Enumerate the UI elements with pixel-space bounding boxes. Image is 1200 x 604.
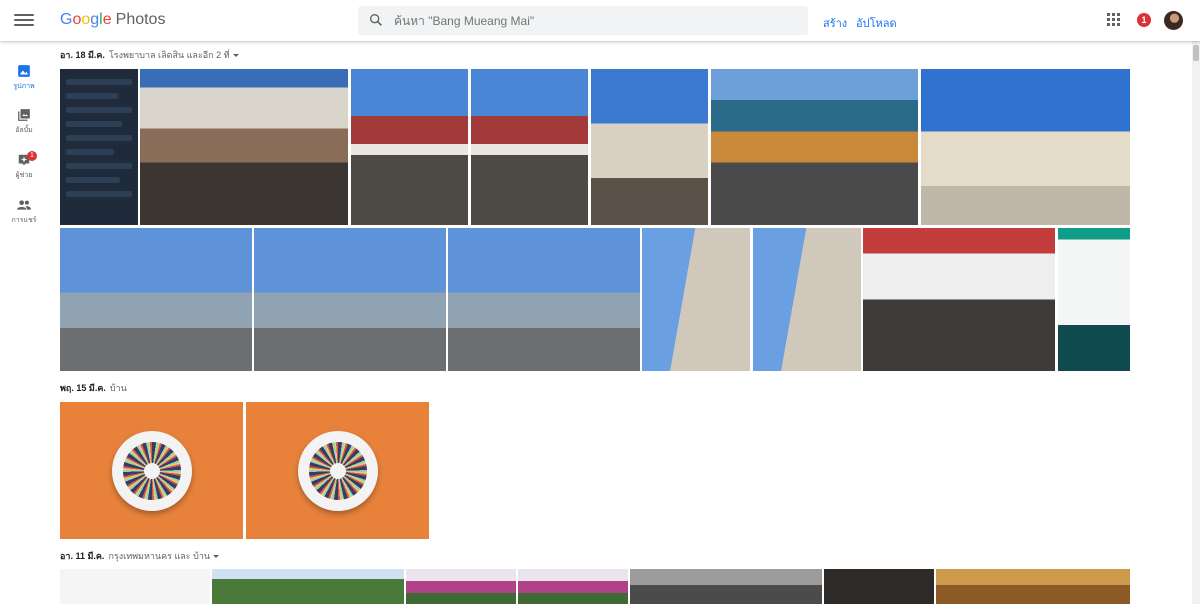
day-header[interactable]: อา. 18 มี.ค. โรงพยาบาล เลิดสิน และอีก 2 ท… bbox=[60, 48, 239, 62]
scrollbar-thumb[interactable] bbox=[1193, 45, 1199, 61]
search-bar[interactable] bbox=[358, 6, 808, 35]
photo-thumbnail[interactable] bbox=[60, 69, 138, 225]
photo-thumbnail[interactable] bbox=[471, 69, 588, 225]
chat-line bbox=[66, 93, 118, 99]
photo-thumbnail[interactable] bbox=[824, 569, 934, 604]
chat-line bbox=[66, 135, 132, 141]
photo-thumbnail[interactable] bbox=[630, 569, 822, 604]
photo-thumbnail[interactable] bbox=[254, 228, 446, 371]
photo-thumbnail[interactable] bbox=[140, 69, 348, 225]
apps-grid-icon[interactable] bbox=[1107, 13, 1121, 27]
day-header[interactable]: พฤ. 15 มี.ค. บ้าน bbox=[60, 381, 127, 395]
day-date: อา. 18 มี.ค. bbox=[60, 50, 105, 60]
google-photos-logo[interactable]: Google Photos bbox=[60, 11, 165, 29]
photo-thumbnail[interactable] bbox=[936, 569, 1130, 604]
photo-thumbnail[interactable] bbox=[711, 69, 918, 225]
chat-line bbox=[66, 191, 132, 197]
caret-down-icon[interactable] bbox=[213, 555, 220, 559]
photo-thumbnail[interactable] bbox=[60, 402, 243, 539]
photo-thumbnail[interactable] bbox=[518, 569, 628, 604]
vertical-scrollbar[interactable] bbox=[1192, 41, 1200, 604]
create-button[interactable]: สร้าง bbox=[823, 14, 847, 32]
account-avatar[interactable] bbox=[1164, 11, 1183, 30]
notification-badge[interactable]: 1 bbox=[1137, 13, 1151, 27]
photo-thumbnail[interactable] bbox=[60, 228, 252, 371]
upload-button[interactable]: อัปโหลด bbox=[856, 14, 897, 32]
logo-photos-text: Photos bbox=[115, 11, 166, 28]
day-date: พฤ. 15 มี.ค. bbox=[60, 383, 106, 393]
chat-line bbox=[66, 121, 122, 127]
chat-line bbox=[66, 107, 132, 113]
photo-thumbnail[interactable] bbox=[863, 228, 1055, 371]
chat-line bbox=[66, 163, 132, 169]
chat-line bbox=[66, 177, 120, 183]
photo-thumbnail[interactable] bbox=[591, 69, 708, 225]
chat-line bbox=[66, 79, 132, 85]
top-app-bar: GooglePhotos สร้าง อัปโหลด 1 bbox=[0, 0, 1200, 41]
photo-thumbnail[interactable] bbox=[60, 569, 210, 604]
caret-down-icon[interactable] bbox=[232, 54, 239, 58]
photo-thumbnail[interactable] bbox=[351, 69, 468, 225]
day-location: บ้าน bbox=[109, 383, 127, 393]
search-input[interactable] bbox=[394, 6, 794, 35]
photo-thumbnail[interactable] bbox=[246, 402, 429, 539]
photo-thumbnail[interactable] bbox=[642, 228, 750, 371]
photo-thumbnail[interactable] bbox=[212, 569, 404, 604]
donut-hole bbox=[329, 462, 346, 479]
donut-hole bbox=[143, 462, 160, 479]
day-location: โรงพยาบาล เลิดสิน และอีก 2 ที่ bbox=[108, 50, 230, 60]
photo-thumbnail[interactable] bbox=[448, 228, 640, 371]
photo-thumbnail[interactable] bbox=[1058, 228, 1130, 371]
search-icon[interactable] bbox=[368, 12, 384, 28]
day-location: กรุงเทพมหานคร และ บ้าน bbox=[108, 551, 211, 561]
day-header[interactable]: อา. 11 มี.ค. กรุงเทพมหานคร และ บ้าน bbox=[60, 549, 220, 563]
photo-thumbnail[interactable] bbox=[753, 228, 861, 371]
photo-grid: อา. 18 มี.ค. โรงพยาบาล เลิดสิน และอีก 2 ท… bbox=[0, 41, 1192, 604]
chat-line bbox=[66, 149, 114, 155]
photo-thumbnail[interactable] bbox=[921, 69, 1130, 225]
day-date: อา. 11 มี.ค. bbox=[60, 551, 105, 561]
hamburger-menu-icon[interactable] bbox=[14, 11, 34, 29]
photo-thumbnail[interactable] bbox=[406, 569, 516, 604]
